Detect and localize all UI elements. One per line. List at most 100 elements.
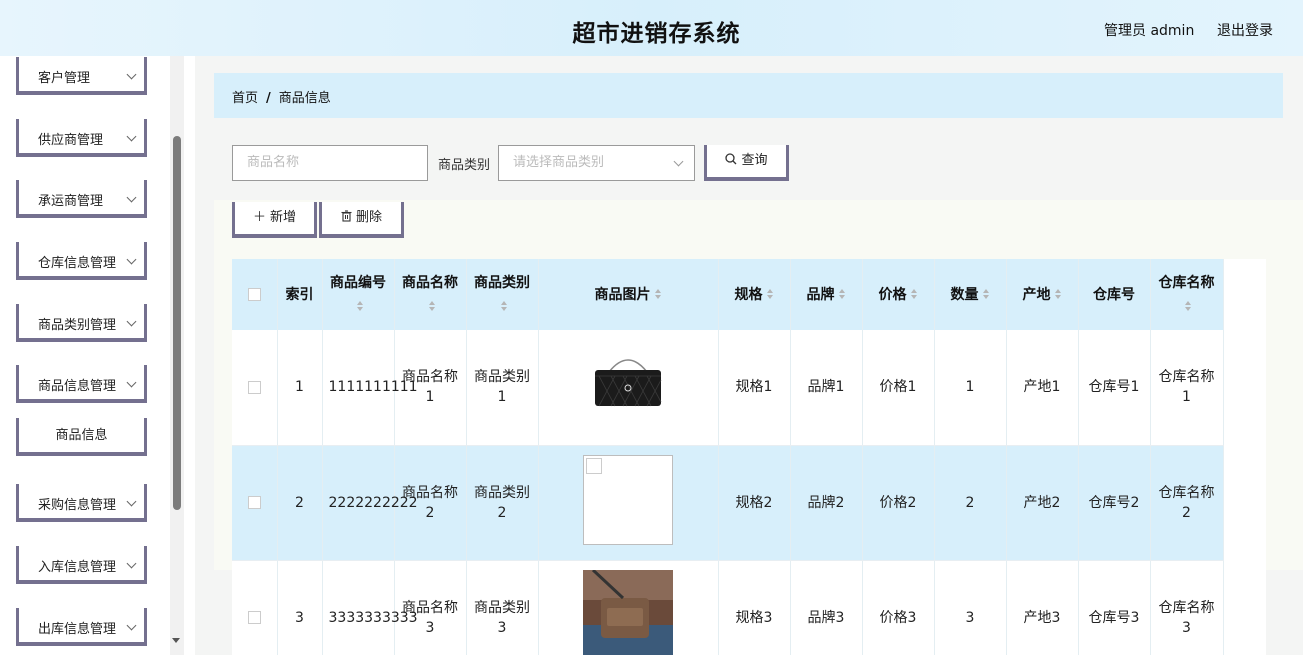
category-select-placeholder: 请选择商品类别: [513, 155, 605, 170]
col-warehouse-no: 仓库号: [1078, 259, 1151, 330]
cell-origin: 产地2: [1006, 445, 1079, 561]
breadcrumb: 首页 / 商品信息: [232, 87, 331, 106]
sidebar-item-label: 入库信息管理: [38, 560, 117, 575]
col-warehouse-name[interactable]: 仓库名称: [1150, 259, 1224, 330]
col-index: 索引: [277, 259, 323, 330]
category-select[interactable]: 请选择商品类别: [498, 145, 695, 181]
col-spec[interactable]: 规格: [718, 259, 791, 330]
product-name-input[interactable]: 商品名称: [232, 145, 428, 181]
delete-button[interactable]: 删除: [319, 202, 404, 238]
sidebar-item-product-categories[interactable]: 商品类别管理: [16, 304, 147, 342]
sort-icon[interactable]: [1185, 301, 1192, 312]
cell-image: [538, 330, 719, 446]
cell-warehouse-no: 仓库号3: [1078, 560, 1151, 655]
cell-brand: 品牌3: [790, 560, 863, 655]
select-all-checkbox[interactable]: [247, 288, 261, 301]
sort-icon[interactable]: [500, 301, 508, 312]
sort-icon[interactable]: [838, 289, 846, 300]
cell-qty: 1: [934, 330, 1007, 446]
col-qty[interactable]: 数量: [934, 259, 1007, 330]
cell-spec: 规格1: [718, 330, 791, 446]
cell-image: [538, 560, 719, 655]
sidebar-item-outbound[interactable]: 出库信息管理: [16, 608, 147, 646]
sidebar-item-label: 客户管理: [38, 71, 91, 86]
row-checkbox[interactable]: [247, 611, 261, 624]
cell-warehouse-name: 仓库名称1: [1150, 330, 1224, 446]
breadcrumb-home[interactable]: 首页: [232, 91, 258, 106]
row-checkbox[interactable]: [247, 496, 261, 509]
sidebar-item-label: 商品类别管理: [38, 318, 117, 333]
row-select-cell: [232, 560, 278, 655]
row-checkbox[interactable]: [247, 380, 261, 394]
row-select-cell: [232, 445, 278, 561]
scroll-down-arrow-icon[interactable]: [172, 638, 180, 643]
sidebar-item-label: 采购信息管理: [38, 498, 117, 513]
cell-qty: 3: [934, 560, 1007, 655]
plus-icon: ＋: [252, 210, 266, 225]
delete-button-label: 删除: [355, 210, 382, 225]
row-select-cell: [232, 330, 278, 446]
col-label: 商品名称: [402, 274, 458, 291]
cell-warehouse-no: 仓库号1: [1078, 330, 1151, 446]
sort-icon[interactable]: [654, 289, 662, 300]
sidebar-scrollbar-thumb[interactable]: [173, 136, 181, 510]
sidebar-item-inbound[interactable]: 入库信息管理: [16, 546, 147, 584]
product-table: 索引 商品编号 商品名称 商品类别 商品图片 规格 品牌 价格 数量 产地 仓库…: [232, 259, 1266, 655]
table-row[interactable]: 2 2222222222 商品名称2 商品类别2 规格2 品牌2 价格2 2 产…: [232, 445, 1224, 561]
sidebar-item-warehouses[interactable]: 仓库信息管理: [16, 242, 147, 280]
col-label: 价格: [878, 286, 907, 303]
sort-icon[interactable]: [428, 301, 436, 312]
col-label: 商品编号: [330, 274, 386, 291]
col-brand[interactable]: 品牌: [790, 259, 863, 330]
cell-brand: 品牌2: [790, 445, 863, 561]
col-category[interactable]: 商品类别: [466, 259, 539, 330]
chevron-down-icon: [126, 620, 137, 631]
query-button[interactable]: 查询: [704, 145, 789, 181]
chevron-down-icon: [673, 156, 684, 167]
col-code[interactable]: 商品编号: [322, 259, 395, 330]
sidebar-item-customers[interactable]: 客户管理: [16, 57, 147, 95]
cell-origin: 产地3: [1006, 560, 1079, 655]
broken-image-icon: [583, 454, 673, 545]
table-row[interactable]: 3 3333333333 商品名称3 商品类别3 规格3 品牌3 价格3 3 产…: [232, 560, 1224, 655]
sort-icon[interactable]: [910, 289, 918, 300]
chevron-down-icon: [126, 558, 137, 569]
breadcrumb-separator: /: [266, 91, 271, 106]
col-image[interactable]: 商品图片: [538, 259, 719, 330]
chevron-down-icon: [126, 377, 137, 388]
breadcrumb-bar: [214, 73, 1283, 118]
col-price[interactable]: 价格: [862, 259, 935, 330]
sidebar-item-suppliers[interactable]: 供应商管理: [16, 119, 147, 157]
breadcrumb-current: 商品信息: [278, 91, 331, 106]
col-origin[interactable]: 产地: [1006, 259, 1079, 330]
cell-index: 1: [277, 330, 323, 446]
sort-icon[interactable]: [1054, 289, 1062, 300]
col-label: 数量: [950, 286, 979, 303]
add-button[interactable]: ＋ 新增: [232, 202, 317, 238]
top-header: 超市进销存系统 管理员 admin 退出登录: [0, 0, 1303, 56]
category-label: 商品类别: [438, 158, 491, 173]
select-all-cell: [232, 259, 278, 330]
cell-spec: 规格3: [718, 560, 791, 655]
add-button-label: 新增: [270, 210, 297, 225]
col-label: 商品图片: [594, 286, 651, 303]
cell-price: 价格3: [862, 560, 935, 655]
bag-photo-image: [583, 568, 673, 655]
sort-icon[interactable]: [356, 301, 364, 312]
cell-code: 2222222222: [322, 445, 418, 561]
sidebar-item-purchases[interactable]: 采购信息管理: [16, 484, 147, 522]
col-name[interactable]: 商品名称: [394, 259, 467, 330]
chevron-down-icon: [126, 131, 137, 142]
sort-icon[interactable]: [982, 289, 990, 300]
chevron-down-icon: [126, 69, 137, 80]
current-user: 管理员 admin: [1104, 23, 1195, 39]
sidebar-item-label: 商品信息管理: [38, 379, 117, 394]
table-row[interactable]: 1 1111111111 商品名称1 商品类别1 规格1 品牌1 价格1 1 产…: [232, 330, 1224, 446]
sort-icon[interactable]: [766, 289, 774, 300]
sidebar-subitem-product-info[interactable]: 商品信息: [16, 418, 147, 456]
logout-link[interactable]: 退出登录: [1217, 20, 1273, 40]
sidebar-item-carriers[interactable]: 承运商管理: [16, 180, 147, 218]
col-label: 品牌: [806, 286, 835, 303]
sidebar-item-products[interactable]: 商品信息管理: [16, 365, 147, 403]
cell-price: 价格2: [862, 445, 935, 561]
